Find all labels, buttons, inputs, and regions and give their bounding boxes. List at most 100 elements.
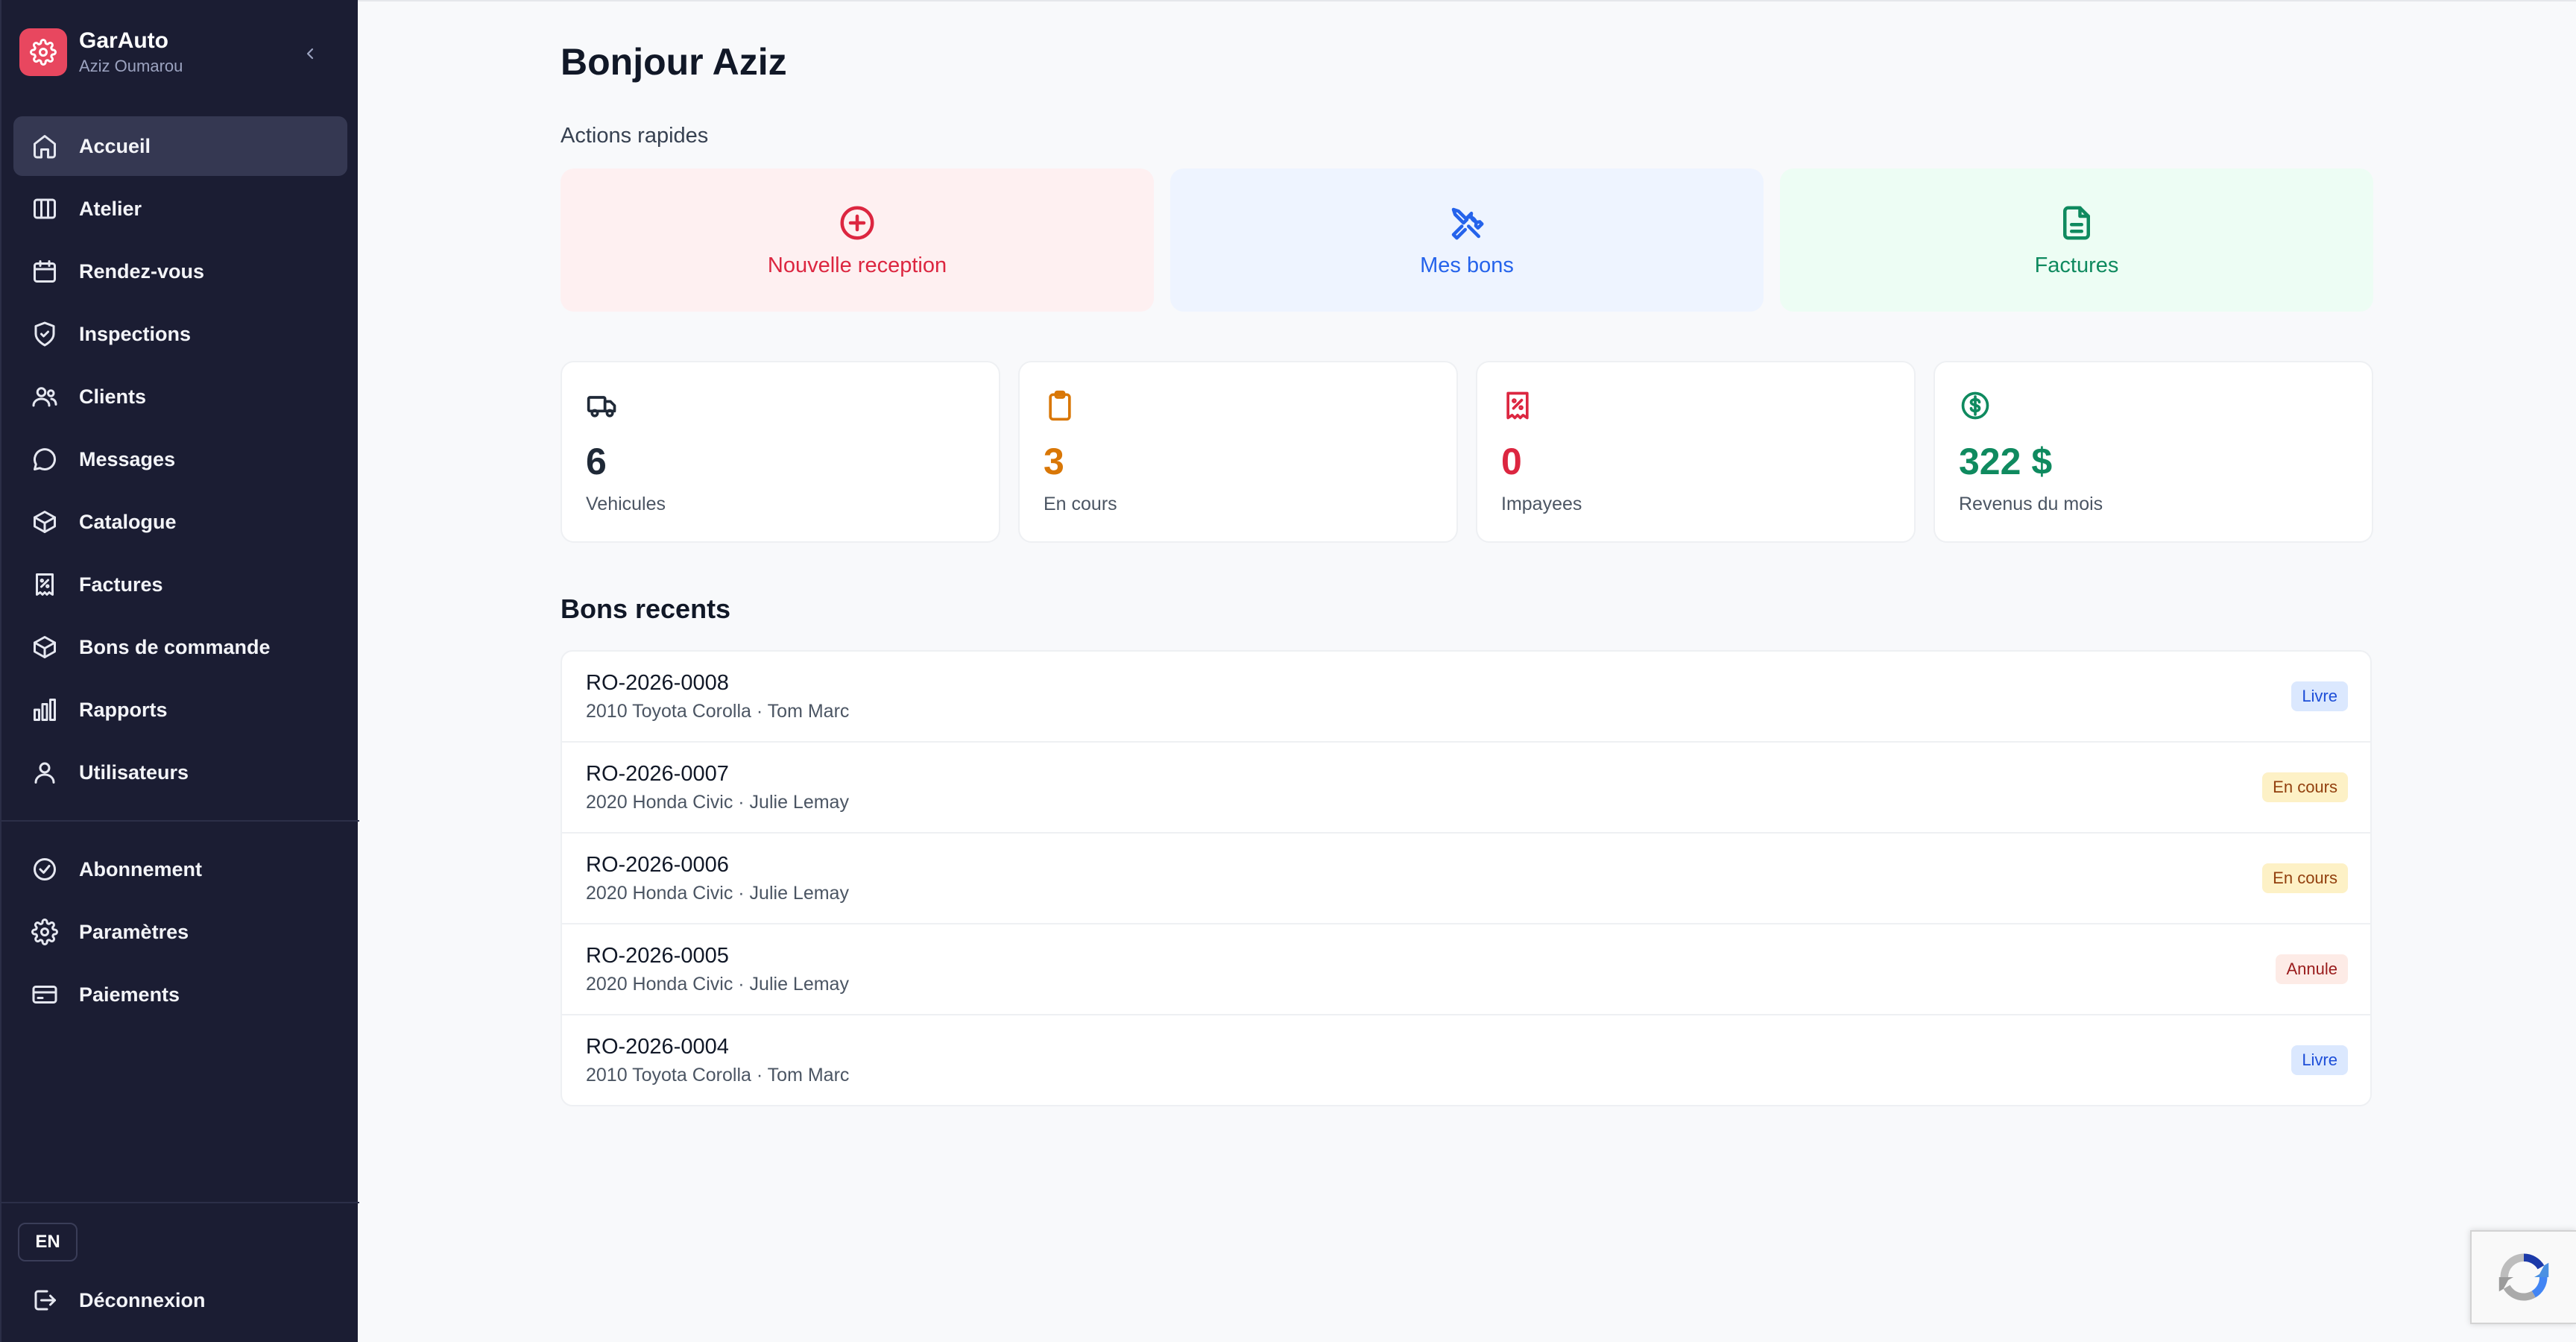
order-number: RO-2026-0008	[586, 671, 729, 695]
page-title: Bonjour Aziz	[561, 41, 787, 83]
home-icon	[34, 135, 56, 159]
sidebar-item-label: Utilisateurs	[79, 760, 189, 784]
sidebar-secondary-nav: Abonnement Paramètres Paiements	[13, 839, 347, 1027]
sidebar-item-label: Accueil	[79, 134, 151, 157]
tools-icon	[1451, 207, 1484, 239]
sidebar-item-label: Rendez-vous	[79, 259, 205, 283]
sidebar: GarAuto Aziz Oumarou Accueil Atelier Ren…	[0, 0, 359, 1342]
sidebar-item-label: Paramètres	[79, 920, 189, 943]
list-item[interactable]: RO-2026-0007 2020 Honda Civic · Julie Le…	[562, 743, 2370, 834]
recent-orders-title: Bons recents	[561, 593, 731, 624]
recaptcha-icon	[2498, 1253, 2549, 1301]
sidebar-item-label: Abonnement	[79, 857, 202, 881]
status-badge: En cours	[2262, 772, 2348, 802]
credit-card-icon	[32, 986, 57, 1004]
order-details: 2010 Toyota Corolla · Tom Marc	[586, 1065, 850, 1086]
gear-icon	[31, 919, 58, 945]
sidebar-item-label: Atelier	[79, 197, 142, 220]
user-icon	[34, 762, 55, 784]
check-circle-icon	[34, 858, 56, 881]
brand: GarAuto Aziz Oumarou	[19, 28, 341, 78]
truck-icon	[587, 396, 616, 418]
sidebar-item-label: Paiements	[79, 983, 180, 1006]
quick-action-invoices[interactable]: Factures	[1780, 168, 2373, 312]
shield-check-icon	[34, 321, 55, 347]
users-icon	[32, 387, 57, 407]
sidebar-nav: Accueil Atelier Rendez-vous Inspections …	[13, 116, 347, 805]
list-item[interactable]: RO-2026-0006 2020 Honda Civic · Julie Le…	[562, 834, 2370, 924]
quick-action-label: Factures	[2034, 253, 2119, 277]
bar-chart-icon	[34, 699, 56, 721]
clipboard-icon	[1049, 390, 1071, 421]
order-details: 2020 Honda Civic · Julie Lemay	[586, 792, 849, 813]
main-content: Bonjour Aziz Actions rapides Nouvelle re…	[358, 0, 2576, 1342]
sidebar-item-abonnement[interactable]: Abonnement	[13, 839, 347, 899]
sidebar-item-rapports[interactable]: Rapports	[13, 680, 347, 740]
order-number: RO-2026-0007	[586, 762, 729, 786]
dollar-circle-icon	[1961, 391, 1989, 420]
language-toggle-button[interactable]: EN	[18, 1223, 78, 1261]
stat-card-unpaid[interactable]: 0 Impayees	[1476, 361, 1916, 543]
sidebar-item-label: Clients	[79, 385, 147, 408]
sidebar-item-atelier[interactable]: Atelier	[13, 179, 347, 239]
list-item[interactable]: RO-2026-0005 2020 Honda Civic · Julie Le…	[562, 924, 2370, 1015]
sidebar-item-parametres[interactable]: Paramètres	[13, 902, 347, 962]
gear-icon	[19, 28, 67, 76]
collapse-sidebar-button[interactable]	[297, 40, 323, 67]
sidebar-item-label: Catalogue	[79, 510, 177, 533]
stat-value: 0	[1501, 441, 1522, 482]
sidebar-item-accueil[interactable]: Accueil	[13, 116, 347, 176]
file-icon	[2063, 206, 2090, 239]
brand-name: GarAuto	[79, 28, 168, 53]
sidebar-item-label: Messages	[79, 447, 176, 470]
stat-caption: En cours	[1044, 494, 1117, 514]
sidebar-item-rendez-vous[interactable]: Rendez-vous	[13, 242, 347, 301]
sidebar-item-messages[interactable]: Messages	[13, 429, 347, 489]
stat-card-monthly-revenue[interactable]: 322 $ Revenus du mois	[1933, 361, 2373, 543]
sidebar-divider	[1, 820, 359, 822]
sidebar-item-factures[interactable]: Factures	[13, 555, 347, 614]
stat-value: 6	[586, 441, 607, 482]
logout-button[interactable]: Déconnexion	[31, 1282, 206, 1318]
status-badge: Livre	[2291, 681, 2348, 711]
calendar-icon	[34, 260, 56, 283]
sidebar-item-clients[interactable]: Clients	[13, 367, 347, 426]
sidebar-item-utilisateurs[interactable]: Utilisateurs	[13, 743, 347, 802]
sidebar-divider	[1, 1202, 359, 1203]
plus-circle-icon	[840, 206, 874, 239]
sidebar-item-paiements[interactable]: Paiements	[13, 965, 347, 1024]
logout-icon	[34, 1290, 56, 1311]
quick-action-my-orders[interactable]: Mes bons	[1170, 168, 1764, 312]
logout-label: Déconnexion	[79, 1288, 206, 1311]
order-number: RO-2026-0004	[586, 1035, 729, 1059]
recaptcha-badge[interactable]	[2470, 1230, 2576, 1324]
recent-orders-list: RO-2026-0008 2010 Toyota Corolla · Tom M…	[561, 650, 2372, 1106]
quick-action-label: Nouvelle reception	[767, 253, 947, 277]
sidebar-item-bons-de-commande[interactable]: Bons de commande	[13, 617, 347, 677]
sidebar-item-label: Factures	[79, 573, 163, 596]
stat-caption: Revenus du mois	[1959, 494, 2103, 514]
order-details: 2020 Honda Civic · Julie Lemay	[586, 974, 849, 995]
status-badge: En cours	[2262, 863, 2348, 893]
stat-card-vehicles[interactable]: 6 Vehicules	[561, 361, 1000, 543]
quick-actions-label: Actions rapides	[561, 124, 709, 148]
stat-value: 3	[1044, 441, 1064, 482]
columns-icon	[34, 198, 56, 219]
status-badge: Livre	[2291, 1045, 2348, 1075]
order-details: 2010 Toyota Corolla · Tom Marc	[586, 701, 850, 722]
sidebar-item-inspections[interactable]: Inspections	[13, 304, 347, 364]
sidebar-item-catalogue[interactable]: Catalogue	[13, 492, 347, 552]
brand-user: Aziz Oumarou	[79, 57, 183, 75]
sidebar-item-label: Inspections	[79, 322, 192, 345]
list-item[interactable]: RO-2026-0004 2010 Toyota Corolla · Tom M…	[562, 1015, 2370, 1105]
stat-card-in-progress[interactable]: 3 En cours	[1018, 361, 1458, 543]
stat-caption: Vehicules	[586, 494, 666, 514]
quick-action-new-reception[interactable]: Nouvelle reception	[561, 168, 1154, 312]
status-badge: Annule	[2276, 954, 2348, 984]
chat-bubble-icon	[34, 448, 56, 470]
order-details: 2020 Honda Civic · Julie Lemay	[586, 883, 849, 904]
receipt-icon	[1506, 391, 1529, 420]
quick-action-label: Mes bons	[1420, 253, 1514, 277]
sidebar-item-label: Rapports	[79, 698, 168, 721]
list-item[interactable]: RO-2026-0008 2010 Toyota Corolla · Tom M…	[562, 652, 2370, 743]
